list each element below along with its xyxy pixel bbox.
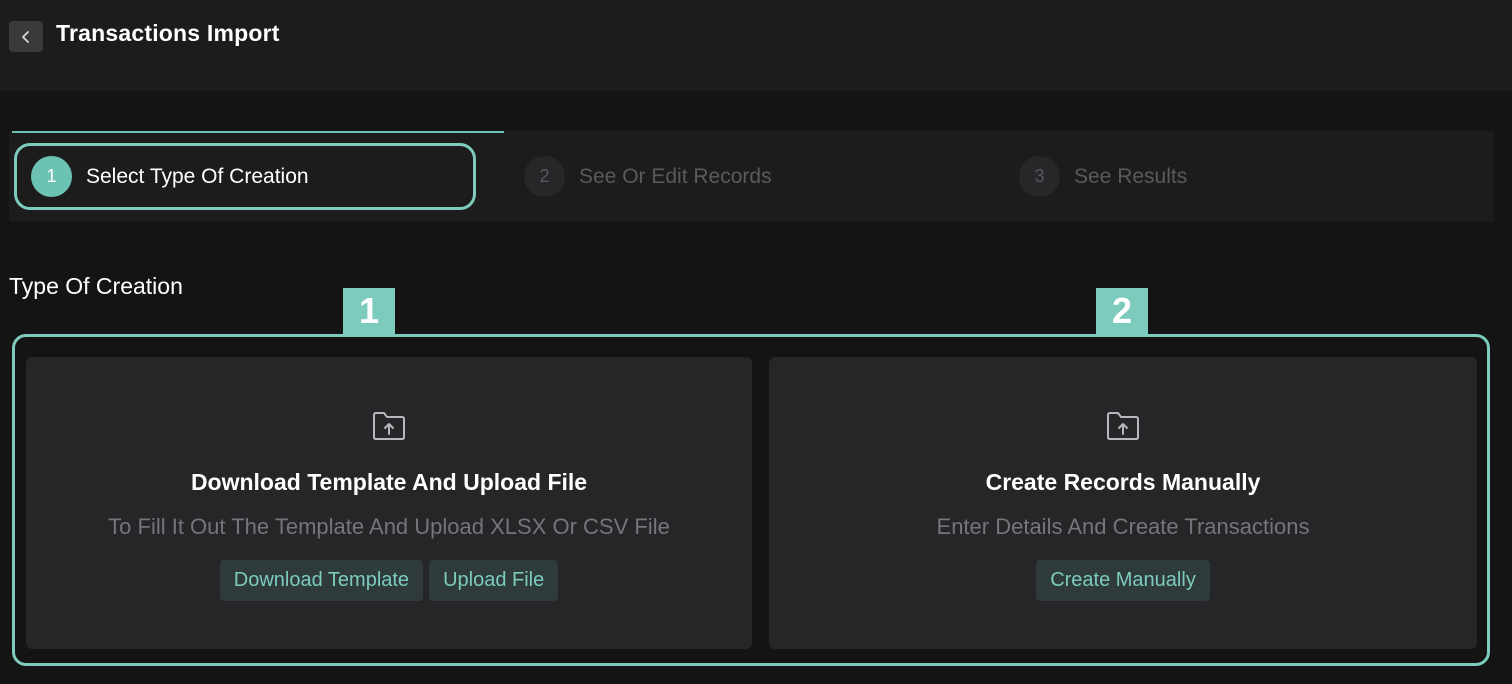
step-see-results[interactable]: 3 See Results — [1003, 143, 1187, 210]
upload-file-button[interactable]: Upload File — [429, 560, 559, 601]
top-bar: Transactions Import — [0, 0, 1512, 91]
back-button[interactable] — [9, 21, 43, 52]
annotation-marker-1: 1 — [343, 288, 395, 334]
folder-upload-icon — [1107, 412, 1139, 440]
download-template-button[interactable]: Download Template — [219, 560, 424, 601]
step-label: See Or Edit Records — [579, 164, 772, 188]
card-actions: Download Template Upload File — [219, 560, 559, 601]
card-description: To Fill It Out The Template And Upload X… — [108, 514, 670, 539]
chevron-left-icon — [22, 30, 29, 43]
create-manually-button[interactable]: Create Manually — [1036, 560, 1210, 601]
create-manually-card[interactable]: Create Records Manually Enter Details An… — [769, 357, 1477, 649]
upload-file-card[interactable]: Download Template And Upload File To Fil… — [26, 357, 752, 649]
page-title: Transactions Import — [56, 20, 280, 46]
folder-upload-icon — [373, 412, 405, 440]
card-title: Create Records Manually — [985, 469, 1261, 495]
step-label: Select Type Of Creation — [86, 164, 309, 188]
step-number: 2 — [524, 156, 565, 197]
card-actions: Create Manually — [1036, 560, 1210, 601]
step-number: 3 — [1019, 156, 1060, 197]
annotation-marker-2: 2 — [1096, 288, 1148, 334]
card-title: Download Template And Upload File — [190, 469, 588, 495]
section-title: Type Of Creation — [9, 273, 183, 299]
step-select-type[interactable]: 1 Select Type Of Creation — [14, 143, 476, 210]
card-description: Enter Details And Create Transactions — [936, 514, 1310, 539]
stepper-progress-bar — [12, 131, 504, 133]
stepper: 1 Select Type Of Creation 2 See Or Edit … — [9, 131, 1494, 222]
step-label: See Results — [1074, 164, 1188, 188]
step-see-or-edit-records[interactable]: 2 See Or Edit Records — [508, 143, 772, 210]
step-number: 1 — [31, 156, 72, 197]
